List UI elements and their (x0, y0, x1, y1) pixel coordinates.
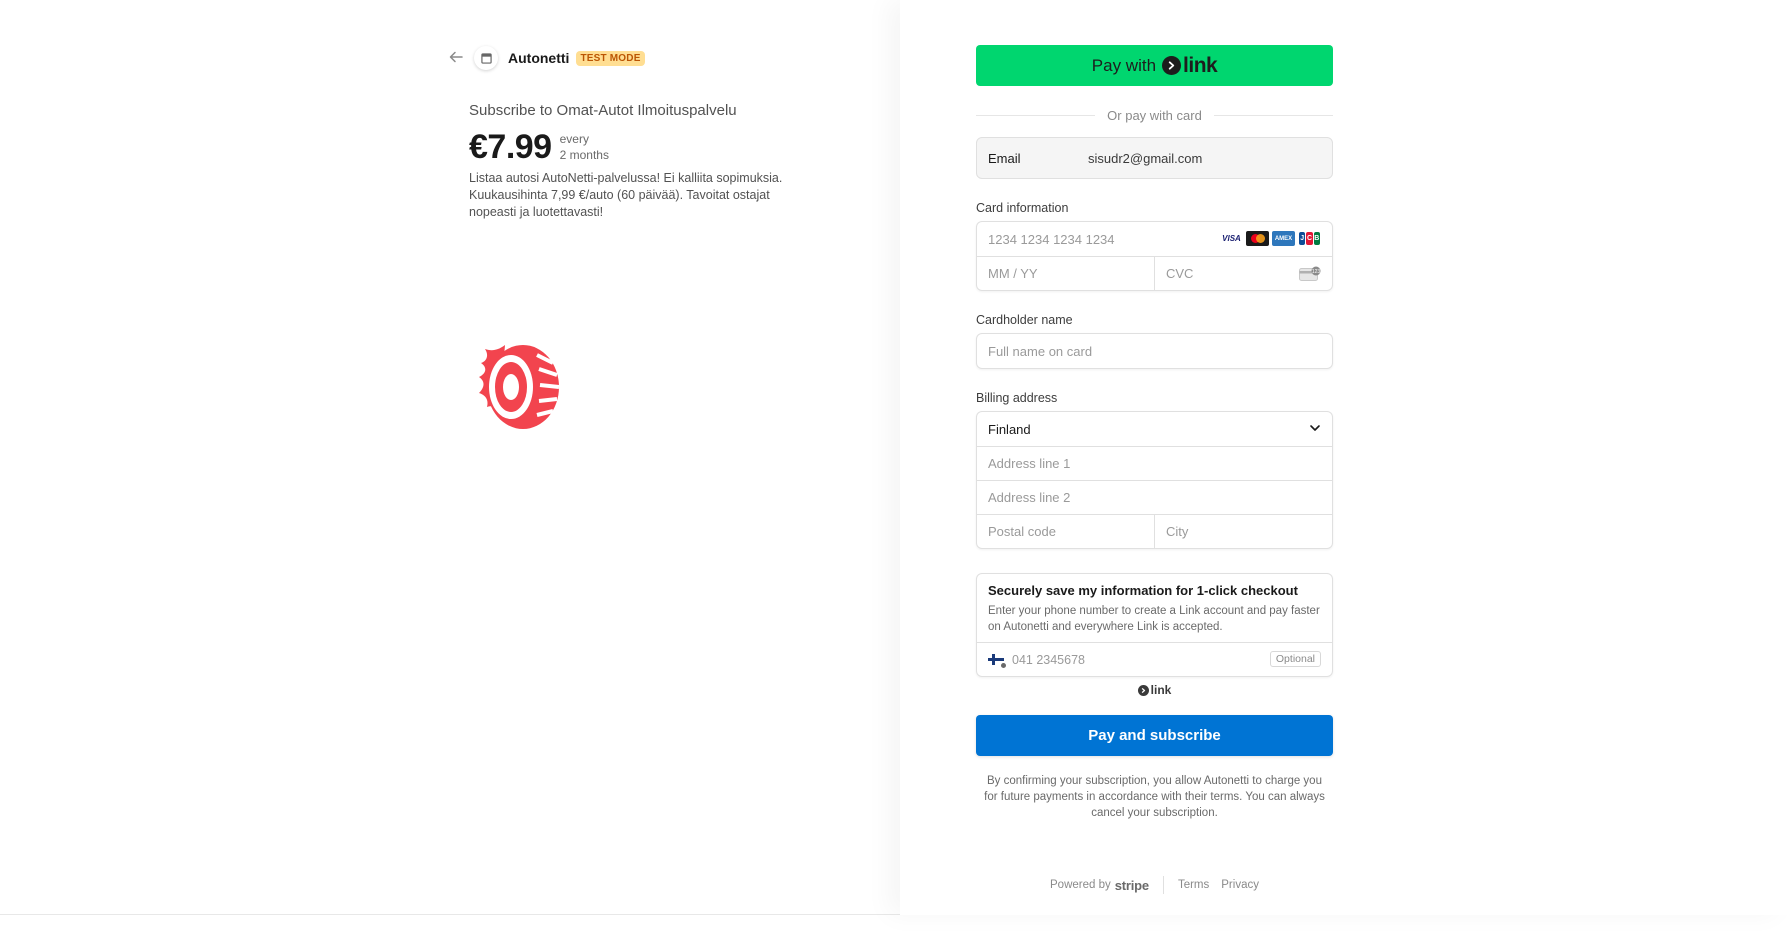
cardholder-placeholder: Full name on card (988, 343, 1093, 359)
save-info-subtitle: Enter your phone number to create a Link… (988, 605, 1320, 633)
svg-text:123: 123 (1312, 269, 1321, 275)
city-placeholder: City (1166, 524, 1189, 539)
mastercard-icon (1246, 231, 1269, 246)
arrow-left-icon[interactable] (448, 49, 466, 67)
card-expiry-input[interactable]: MM / YY (977, 257, 1154, 290)
merchant-header: Autonetti TEST MODE (448, 46, 645, 70)
flaming-tire-logo (467, 337, 567, 437)
cardholder-name-input[interactable]: Full name on card (977, 334, 1332, 368)
terms-link[interactable]: Terms (1178, 879, 1209, 891)
footer: Powered by stripe Terms Privacy (976, 876, 1333, 894)
cvc-placeholder: CVC (1166, 266, 1194, 281)
divider-line (1213, 114, 1333, 116)
visa-icon: VISA (1220, 231, 1243, 246)
link-mini-logo: link (976, 683, 1333, 697)
card-cvc-input[interactable]: CVC 123 (1154, 257, 1332, 290)
expiry-placeholder: MM / YY (988, 266, 1038, 281)
payment-form: Pay with link Or pay with card Email sis… (976, 45, 1333, 821)
link-logo: link (1162, 53, 1218, 78)
product-title: Subscribe to Omat-Autot Ilmoituspalvelu (469, 102, 737, 119)
billing-interval: every 2 months (560, 131, 609, 163)
stripe-wordmark: stripe (1114, 877, 1149, 893)
phone-placeholder: 041 2345678 (1012, 652, 1085, 667)
country-select[interactable]: Finland (977, 412, 1332, 446)
footer-separator (1162, 876, 1164, 894)
price-amount: €7.99 (469, 128, 552, 166)
cardholder-name-label: Cardholder name (976, 313, 1073, 327)
subscription-disclaimer: By confirming your subscription, you all… (984, 775, 1325, 819)
city-input[interactable]: City (1154, 515, 1332, 548)
divider-label: Or pay with card (1107, 107, 1202, 123)
powered-by-stripe[interactable]: Powered by stripe (1050, 878, 1149, 893)
or-divider: Or pay with card (976, 107, 1333, 123)
left-panel: Autonetti TEST MODE Subscribe to Omat-Au… (0, 0, 900, 915)
country-code-dropdown-icon (1000, 662, 1007, 669)
address-line-2-placeholder: Address line 2 (988, 490, 1071, 505)
billing-address-label: Billing address (976, 391, 1058, 405)
interval-line-1: every (559, 132, 589, 146)
address-line-1-placeholder: Address line 1 (988, 456, 1071, 471)
link-button-prefix: Pay with (1091, 55, 1157, 75)
jcb-icon: JCB (1298, 231, 1321, 246)
cardholder-input-group: Full name on card (976, 333, 1333, 369)
email-label: Email (988, 150, 1021, 166)
store-icon (474, 46, 498, 70)
product-description: Listaa autosi AutoNetti-palvelussa! Ei k… (469, 171, 783, 219)
powered-by-label: Powered by (1050, 879, 1111, 891)
amex-icon: AMEX (1272, 231, 1295, 246)
postal-code-placeholder: Postal code (988, 524, 1056, 539)
cvc-card-icon: 123 (1299, 266, 1321, 281)
link-wordmark: link (1183, 53, 1218, 77)
chevron-down-icon (1309, 422, 1321, 434)
privacy-link[interactable]: Privacy (1221, 879, 1259, 891)
address-line-2-input[interactable]: Address line 2 (977, 481, 1332, 514)
optional-badge: Optional (1269, 651, 1321, 667)
card-input-group: 1234 1234 1234 1234 VISA AMEX JCB MM / Y… (976, 221, 1333, 291)
divider-line (976, 114, 1096, 116)
checkout-panel: Pay with link Or pay with card Email sis… (900, 0, 1788, 915)
link-chevron-icon (1137, 684, 1149, 696)
card-number-input[interactable]: 1234 1234 1234 1234 VISA AMEX JCB (977, 222, 1332, 256)
card-number-placeholder: 1234 1234 1234 1234 (988, 231, 1115, 247)
phone-input[interactable]: 041 2345678 Optional (977, 642, 1332, 676)
pay-with-link-button[interactable]: Pay with link (976, 45, 1333, 86)
merchant-name: Autonetti (508, 50, 570, 66)
link-mini-wordmark: link (1150, 683, 1172, 697)
save-info-title: Securely save my information for 1-click… (988, 583, 1298, 598)
interval-line-2: 2 months (559, 148, 609, 162)
country-value: Finland (988, 421, 1031, 437)
postal-code-input[interactable]: Postal code (977, 515, 1154, 548)
link-chevron-icon (1162, 56, 1182, 75)
card-information-label: Card information (976, 201, 1069, 215)
email-value: sisudr2@gmail.com (1088, 150, 1203, 166)
test-mode-badge: TEST MODE (576, 50, 645, 66)
pay-and-subscribe-button[interactable]: Pay and subscribe (976, 715, 1333, 756)
save-info-box: Securely save my information for 1-click… (976, 573, 1333, 677)
billing-input-group: Finland Address line 1 Address line 2 Po… (976, 411, 1333, 549)
price-row: €7.99 every 2 months (469, 128, 609, 166)
email-field[interactable]: Email sisudr2@gmail.com (976, 137, 1333, 179)
card-brands: VISA AMEX JCB (1220, 231, 1321, 246)
address-line-1-input[interactable]: Address line 1 (977, 447, 1332, 480)
